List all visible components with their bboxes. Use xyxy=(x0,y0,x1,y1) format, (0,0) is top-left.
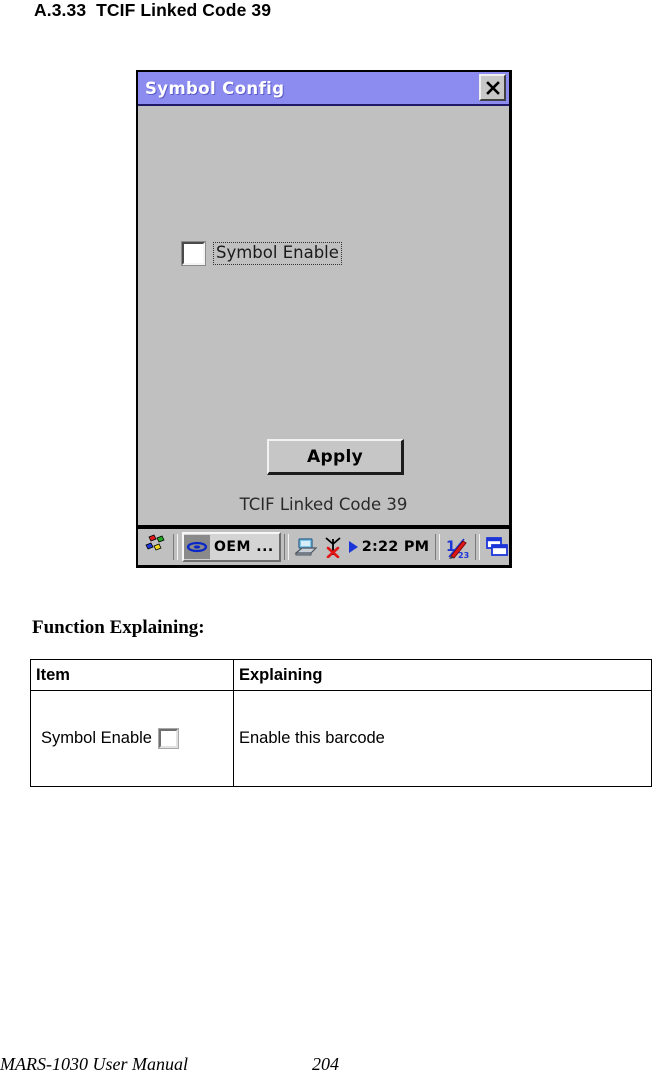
svg-text:23: 23 xyxy=(458,551,469,560)
taskbar: OEM ... 2:22 PM 1 23 xyxy=(136,528,512,568)
windows-start-flag-icon xyxy=(143,533,167,561)
oem-app-icon xyxy=(184,535,210,559)
table-header-item: Item xyxy=(30,659,234,691)
start-button[interactable] xyxy=(140,533,170,561)
window-title: Symbol Config xyxy=(145,78,285,98)
close-button[interactable] xyxy=(479,74,506,101)
taskbar-clock[interactable]: 2:22 PM xyxy=(362,539,430,555)
taskbar-separator xyxy=(435,534,441,560)
table-cell-checkbox-icon xyxy=(157,728,179,749)
window-titlebar: Symbol Config xyxy=(138,72,509,106)
function-explaining-table: Item Explaining Symbol Enable Enable thi… xyxy=(30,659,652,787)
input-panel-icon[interactable]: 1 23 xyxy=(445,535,470,560)
table-cell-item-label: Symbol Enable xyxy=(41,729,152,747)
device-screenshot: Symbol Config Symbol Enable Apply TCIF L… xyxy=(136,70,512,568)
antenna-no-signal-icon[interactable] xyxy=(322,536,344,558)
taskbar-separator xyxy=(283,534,289,560)
task-button-oem[interactable]: OEM ... xyxy=(182,532,281,562)
footer-page-number: 204 xyxy=(312,1054,339,1074)
table-header-explaining: Explaining xyxy=(233,659,652,691)
play-triangle-icon[interactable] xyxy=(348,540,359,554)
dialog-body: Symbol Enable Apply TCIF Linked Code 39 xyxy=(138,106,509,525)
taskbar-separator xyxy=(173,534,178,560)
footer-manual-title: MARS-1030 User Manual xyxy=(0,1054,188,1074)
close-icon xyxy=(485,80,501,96)
table-header-row: Item Explaining xyxy=(30,659,652,691)
taskbar-separator xyxy=(475,534,481,560)
function-explaining-heading: Function Explaining: xyxy=(32,617,205,638)
window-switch-icon[interactable] xyxy=(485,536,509,558)
symbol-enable-checkbox[interactable] xyxy=(181,241,206,266)
apply-button[interactable]: Apply xyxy=(267,439,404,475)
desktop-connection-icon[interactable] xyxy=(294,536,318,558)
symbology-name-label: TCIF Linked Code 39 xyxy=(239,495,408,514)
task-button-label: OEM ... xyxy=(214,539,274,555)
table-row: Symbol Enable Enable this barcode xyxy=(30,690,652,787)
table-cell-explaining: Enable this barcode xyxy=(233,690,652,787)
symbol-config-window: Symbol Config Symbol Enable Apply TCIF L… xyxy=(136,70,512,528)
symbol-enable-checkbox-row[interactable]: Symbol Enable xyxy=(181,241,342,266)
symbol-enable-label: Symbol Enable xyxy=(213,242,342,265)
table-cell-item: Symbol Enable xyxy=(30,690,234,787)
page-title: A.3.33 TCIF Linked Code 39 xyxy=(34,0,272,20)
